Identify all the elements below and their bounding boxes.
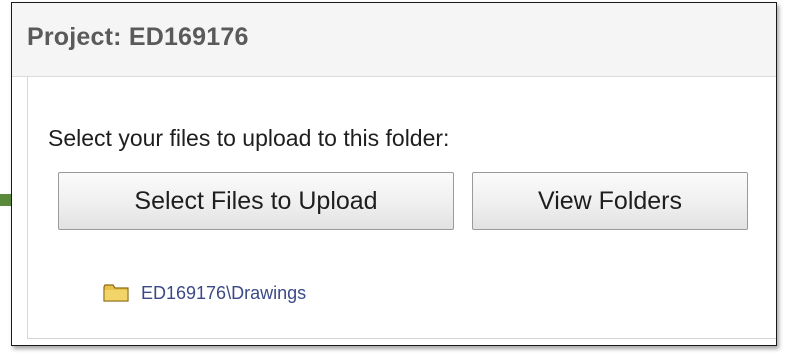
project-header: Project: ED169176 <box>12 3 776 77</box>
folder-icon <box>103 284 129 302</box>
stage: Project: ED169176 Select your files to u… <box>0 0 790 355</box>
upload-window: Project: ED169176 Select your files to u… <box>11 2 777 346</box>
page-title: Project: ED169176 <box>27 23 249 51</box>
folder-link[interactable]: ED169176\Drawings <box>103 277 306 309</box>
view-folders-button[interactable]: View Folders <box>472 172 748 230</box>
upload-instructions: Select your files to upload to this fold… <box>48 125 450 151</box>
upload-panel: Select your files to upload to this fold… <box>27 77 776 339</box>
select-files-button[interactable]: Select Files to Upload <box>58 172 454 230</box>
folder-path[interactable]: ED169176\Drawings <box>141 283 306 304</box>
